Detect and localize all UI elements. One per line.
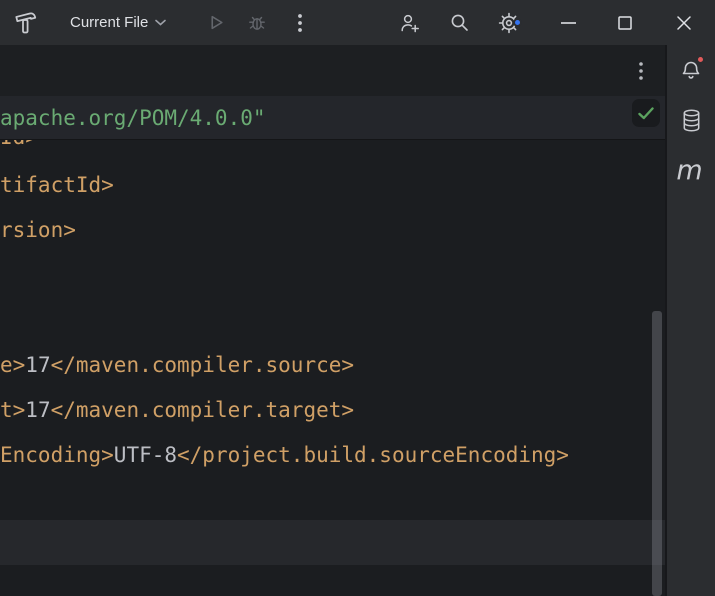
chevron-down-icon bbox=[155, 19, 166, 26]
code-line: rsion> bbox=[0, 218, 76, 242]
kebab-menu-icon bbox=[639, 62, 643, 80]
search-everywhere-button[interactable] bbox=[445, 0, 473, 45]
code-line: Encoding>UTF-8</project.build.sourceEnco… bbox=[0, 443, 569, 467]
search-icon bbox=[449, 12, 470, 33]
run-configuration-label: Current File bbox=[70, 14, 148, 31]
more-actions-button[interactable] bbox=[287, 0, 313, 45]
add-user-icon bbox=[399, 12, 421, 34]
kebab-menu-icon bbox=[298, 14, 302, 32]
database-tool-button[interactable] bbox=[674, 103, 708, 137]
hammer-icon bbox=[12, 9, 39, 36]
minimize-icon bbox=[561, 22, 576, 24]
inspections-widget[interactable] bbox=[632, 99, 660, 127]
notifications-button[interactable] bbox=[674, 53, 708, 87]
gear-icon bbox=[498, 12, 520, 34]
tab-options-button[interactable] bbox=[631, 60, 651, 81]
maven-tool-button[interactable]: m bbox=[674, 153, 708, 187]
notification-badge bbox=[696, 55, 705, 64]
run-button[interactable] bbox=[202, 0, 230, 45]
app-icon-button[interactable] bbox=[8, 0, 42, 45]
run-configuration-selector[interactable]: Current File bbox=[70, 0, 166, 45]
code-line: tifactId> bbox=[0, 173, 114, 197]
maximize-icon bbox=[618, 16, 632, 30]
right-tool-stripe: m bbox=[665, 45, 715, 596]
play-icon bbox=[208, 14, 225, 31]
sticky-line-text: apache.org/POM/4.0.0" bbox=[0, 106, 266, 130]
code-with-me-button[interactable] bbox=[396, 0, 424, 45]
window-maximize-button[interactable] bbox=[603, 0, 647, 45]
code-line: e>17</maven.compiler.source> bbox=[0, 353, 354, 377]
editor-scrollbar-thumb[interactable] bbox=[652, 311, 662, 596]
close-icon bbox=[677, 16, 691, 30]
sticky-header-line[interactable]: apache.org/POM/4.0.0" bbox=[0, 96, 665, 140]
settings-notification-dot bbox=[513, 18, 522, 27]
check-icon bbox=[638, 107, 654, 120]
settings-button[interactable] bbox=[494, 0, 524, 45]
debug-button[interactable] bbox=[243, 0, 271, 45]
window-minimize-button[interactable] bbox=[546, 0, 590, 45]
editor-tab-bar bbox=[0, 45, 665, 96]
database-icon bbox=[680, 108, 703, 133]
bug-icon bbox=[248, 14, 266, 32]
maven-icon: m bbox=[676, 157, 705, 184]
main-content: Id>tifactId>rsion>e>17</maven.compiler.s… bbox=[0, 45, 715, 596]
window-close-button[interactable] bbox=[662, 0, 706, 45]
title-bar: Current File bbox=[0, 0, 715, 45]
code-line: t>17</maven.compiler.target> bbox=[0, 398, 354, 422]
editor-surface[interactable]: Id>tifactId>rsion>e>17</maven.compiler.s… bbox=[0, 45, 665, 596]
